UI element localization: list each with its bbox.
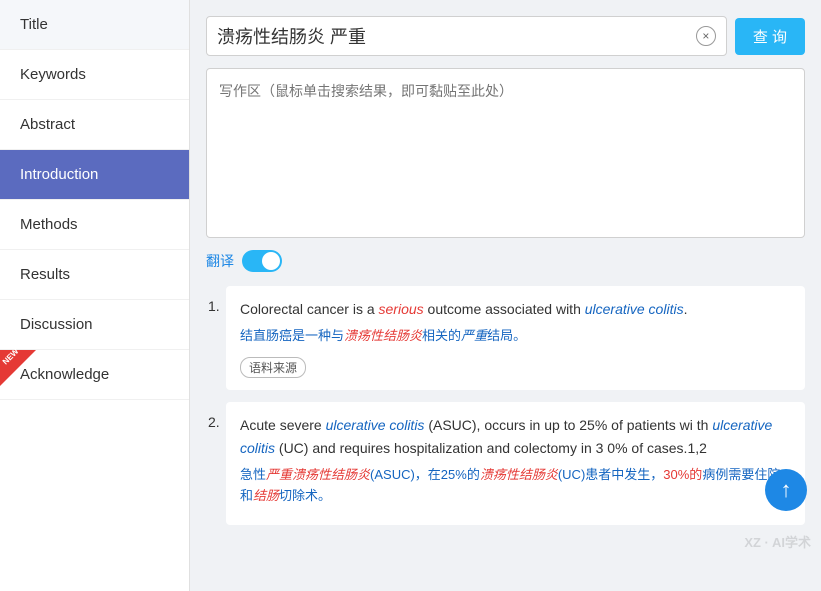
result-1-zh-uc: 溃疡性结肠炎 [344, 328, 422, 343]
result-2-italic-uc2: ulcerative colitis [240, 417, 772, 455]
main-content: 溃疡性结肠炎 严重 × 查 询 翻译 1. Colorectal cancer … [190, 0, 821, 553]
result-1-italic-uc: ulcerative colitis [585, 301, 684, 317]
translate-toggle[interactable] [242, 250, 282, 272]
main-wrapper: 溃疡性结肠炎 严重 × 查 询 翻译 1. Colorectal cancer … [190, 0, 821, 591]
query-button[interactable]: 查 询 [735, 18, 805, 55]
sidebar-item-label: Methods [20, 216, 78, 233]
sidebar: Title Keywords Abstract Introduction Met… [0, 0, 190, 591]
sidebar-item-results[interactable]: Results [0, 250, 189, 300]
sidebar-item-label: Keywords [20, 66, 86, 83]
result-number-2: 2. [208, 414, 220, 430]
result-2-italic-uc1: ulcerative colitis [326, 417, 425, 433]
result-number-1: 1. [208, 298, 220, 314]
result-item-1: 1. Colorectal cancer is a serious outcom… [226, 286, 805, 390]
result-2-zh-text: 急性严重溃疡性结肠炎(ASUC)，在25%的溃疡性结肠炎(UC)患者中发生，30… [240, 465, 791, 507]
sidebar-item-methods[interactable]: Methods [0, 200, 189, 250]
result-item-2: 2. Acute severe ulcerative colitis (ASUC… [226, 402, 805, 524]
sidebar-item-acknowledge[interactable]: NEW Acknowledge [0, 350, 189, 400]
result-1-zh-serious: 严重 [461, 328, 487, 343]
sidebar-item-label: Results [20, 266, 70, 283]
sidebar-item-label: Discussion [20, 316, 93, 333]
sidebar-item-keywords[interactable]: Keywords [0, 50, 189, 100]
writing-area[interactable] [206, 68, 805, 238]
result-2-zh-italic1: 严重溃疡性结肠炎 [266, 467, 370, 482]
sidebar-item-title[interactable]: Title [0, 0, 189, 50]
sidebar-item-discussion[interactable]: Discussion [0, 300, 189, 350]
sidebar-item-label: Introduction [20, 166, 98, 183]
sidebar-item-label: Title [20, 16, 48, 33]
sidebar-item-label: Abstract [20, 116, 75, 133]
results-list: 1. Colorectal cancer is a serious outcom… [206, 286, 805, 525]
scroll-top-button[interactable]: ↑ [765, 469, 807, 511]
search-bar: 溃疡性结肠炎 严重 × 查 询 [206, 16, 805, 56]
clear-button[interactable]: × [696, 26, 716, 46]
result-2-zh-italic4: 结肠 [253, 488, 279, 503]
toggle-knob [262, 252, 280, 270]
search-input-wrapper: 溃疡性结肠炎 严重 × [206, 16, 727, 56]
translate-label: 翻译 [206, 251, 234, 271]
search-query-text: 溃疡性结肠炎 严重 [217, 23, 696, 49]
result-1-zh-text: 结直肠癌是一种与溃疡性结肠炎相关的严重结局。 [240, 326, 791, 347]
result-1-italic-serious: serious [379, 301, 424, 317]
translate-row: 翻译 [206, 250, 805, 272]
sidebar-item-introduction[interactable]: Introduction [0, 150, 189, 200]
scroll-top-icon: ↑ [781, 477, 792, 503]
source-tag-1[interactable]: 语料来源 [240, 357, 306, 378]
result-2-zh-italic3: 30%的 [663, 467, 702, 482]
result-2-en-text: Acute severe ulcerative colitis (ASUC), … [240, 414, 791, 459]
sidebar-item-abstract[interactable]: Abstract [0, 100, 189, 150]
result-2-zh-italic2: 溃疡性结肠炎 [480, 467, 558, 482]
result-1-en-text: Colorectal cancer is a serious outcome a… [240, 298, 791, 320]
